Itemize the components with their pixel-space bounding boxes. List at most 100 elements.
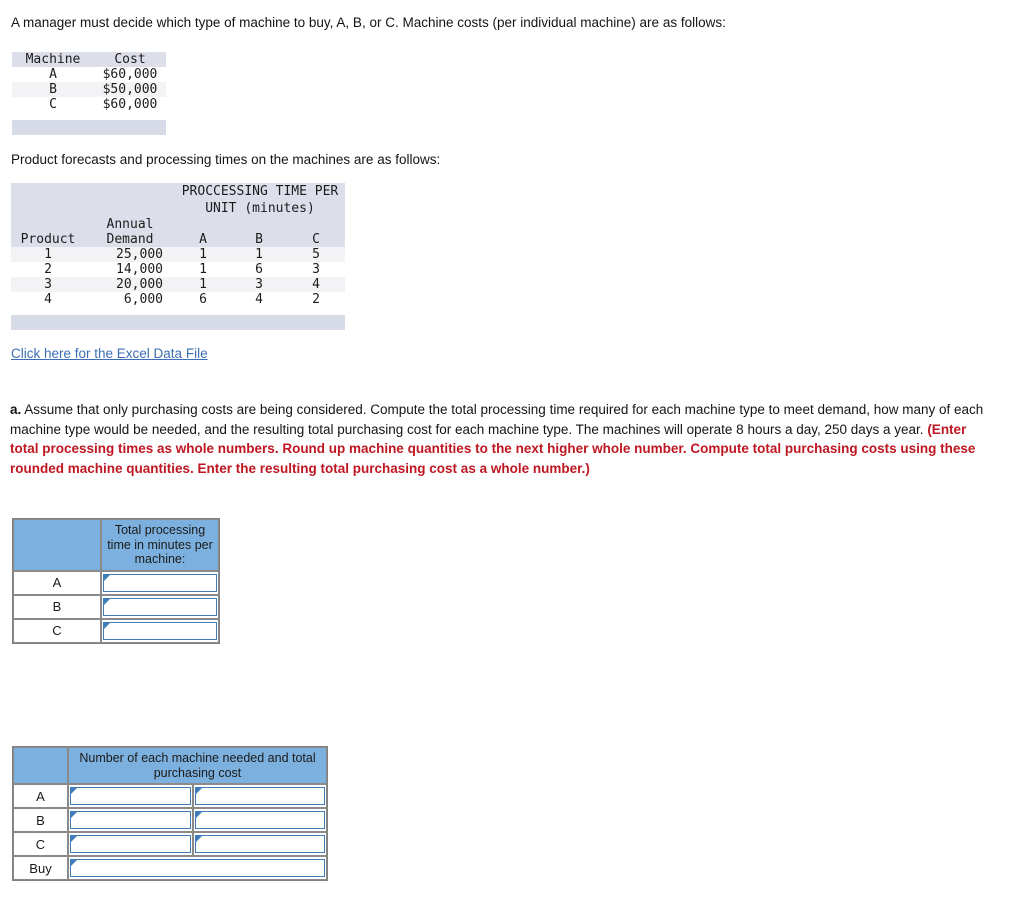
product-forecast-table: PROCCESSING TIME PER UNIT (minutes) Annu… bbox=[11, 183, 345, 330]
cell-time-b: 6 bbox=[255, 262, 263, 277]
answer-header-row: Total processing time in minutes per mac… bbox=[13, 519, 219, 571]
machine-qty-input-cell-a[interactable] bbox=[68, 784, 193, 808]
buy-machine-input[interactable] bbox=[70, 859, 325, 877]
purchasing-cost-input-cell-c[interactable] bbox=[192, 832, 327, 856]
table-row: 1 25,000 1 1 5 bbox=[11, 247, 345, 262]
machine-qty-input-c[interactable] bbox=[70, 835, 191, 853]
purchasing-cost-input-cell-b[interactable] bbox=[192, 808, 327, 832]
cell-time-b: 4 bbox=[255, 292, 263, 307]
column-header-machine: Machine bbox=[25, 52, 81, 67]
column-header-cost: Cost bbox=[114, 52, 146, 67]
column-header-product: Product bbox=[20, 232, 76, 247]
cell-time-b: 1 bbox=[255, 247, 263, 262]
cell-machine: A bbox=[49, 67, 57, 82]
cell-product: 3 bbox=[44, 277, 52, 292]
row-label-b: B bbox=[13, 594, 101, 619]
machine-qty-input-a[interactable] bbox=[70, 787, 191, 805]
table-row: A bbox=[13, 784, 327, 808]
cell-time-b: 3 bbox=[255, 277, 263, 292]
cell-time-c: 4 bbox=[312, 277, 320, 292]
machine-qty-input-cell-b[interactable] bbox=[68, 808, 193, 832]
column-header-annual: Annual bbox=[106, 217, 154, 232]
forecast-intro-paragraph: Product forecasts and processing times o… bbox=[11, 152, 441, 167]
row-label-a: A bbox=[13, 570, 101, 595]
processing-time-input-b[interactable] bbox=[103, 597, 217, 616]
cell-demand: 14,000 bbox=[116, 262, 163, 277]
table-row: B bbox=[13, 594, 219, 619]
table-row: C $60,000 bbox=[12, 97, 166, 112]
cell-demand: 20,000 bbox=[116, 277, 163, 292]
table-header-row: Product Demand A B C bbox=[11, 232, 345, 247]
excel-data-file-link[interactable]: Click here for the Excel Data File bbox=[11, 346, 208, 361]
table-row: B $50,000 bbox=[12, 82, 166, 97]
group-header-row-1: PROCCESSING TIME PER bbox=[11, 183, 345, 200]
purchasing-cost-input-cell-a[interactable] bbox=[192, 784, 327, 808]
machine-qty-input-b[interactable] bbox=[70, 811, 191, 829]
column-header-c: C bbox=[312, 232, 320, 247]
machine-qty-input-cell-c[interactable] bbox=[68, 832, 193, 856]
cell-time-a: 1 bbox=[199, 247, 207, 262]
processing-time-input-a[interactable] bbox=[103, 573, 217, 592]
table-row: C bbox=[13, 618, 219, 643]
spacer-row bbox=[12, 112, 166, 120]
corner-cell bbox=[13, 747, 68, 784]
group-header-spacer-3 bbox=[11, 200, 85, 217]
group-header-spacer bbox=[11, 183, 85, 200]
row-label-c: C bbox=[13, 618, 101, 643]
header-spacer-b bbox=[231, 217, 287, 232]
cell-machine: B bbox=[49, 82, 57, 97]
table-row: C bbox=[13, 832, 327, 856]
group-header-spacer-4 bbox=[85, 200, 175, 217]
table-row: A $60,000 bbox=[12, 67, 166, 82]
table-row: 3 20,000 1 3 4 bbox=[11, 277, 345, 292]
cell-cost: $50,000 bbox=[102, 82, 158, 97]
cell-product: 1 bbox=[44, 247, 52, 262]
table-footer-band bbox=[12, 120, 166, 135]
cell-demand: 6,000 bbox=[123, 292, 163, 307]
column-header-a: A bbox=[199, 232, 207, 247]
intro-paragraph: A manager must decide which type of mach… bbox=[11, 15, 726, 30]
group-header-row-2: UNIT (minutes) bbox=[11, 200, 345, 217]
cell-product: 4 bbox=[44, 292, 52, 307]
buy-input-cell[interactable] bbox=[68, 856, 327, 880]
cell-time-c: 5 bbox=[312, 247, 320, 262]
row-label-buy: Buy bbox=[13, 856, 68, 880]
table-row-buy: Buy bbox=[13, 856, 327, 880]
purchasing-cost-input-b[interactable] bbox=[194, 811, 325, 829]
header-row-annual: Annual bbox=[11, 217, 345, 232]
table-row: 4 6,000 6 4 2 bbox=[11, 292, 345, 307]
cell-product: 2 bbox=[44, 262, 52, 277]
table-row: A bbox=[13, 570, 219, 595]
header-spacer-c bbox=[287, 217, 345, 232]
cell-cost: $60,000 bbox=[102, 97, 158, 112]
question-a-text: a. Assume that only purchasing costs are… bbox=[10, 400, 986, 478]
cell-machine: C bbox=[49, 97, 57, 112]
processing-time-input-cell-b[interactable] bbox=[101, 594, 219, 619]
row-label-a: A bbox=[13, 784, 68, 808]
machine-cost-table: Machine Cost A $60,000 B $50,000 C $60,0… bbox=[12, 52, 166, 135]
group-header-units: UNIT (minutes) bbox=[205, 201, 315, 216]
processing-time-input-cell-c[interactable] bbox=[101, 618, 219, 643]
cell-time-a: 1 bbox=[199, 277, 207, 292]
purchasing-cost-input-a[interactable] bbox=[194, 787, 325, 805]
footer-band-cell bbox=[11, 315, 345, 330]
purchasing-cost-input-c[interactable] bbox=[194, 835, 325, 853]
question-body: Assume that only purchasing costs are be… bbox=[10, 402, 984, 437]
answer-header-row: Number of each machine needed and total … bbox=[13, 747, 327, 784]
column-header-demand: Demand bbox=[106, 232, 154, 247]
table-footer-band bbox=[11, 315, 345, 330]
row-label-c: C bbox=[13, 832, 68, 856]
corner-cell bbox=[13, 519, 101, 571]
table-row: 2 14,000 1 6 3 bbox=[11, 262, 345, 277]
cell-cost: $60,000 bbox=[102, 67, 158, 82]
spacer-cell bbox=[12, 112, 166, 120]
cell-time-a: 6 bbox=[199, 292, 207, 307]
processing-time-input-cell-a[interactable] bbox=[101, 570, 219, 595]
cell-time-c: 3 bbox=[312, 262, 320, 277]
cell-time-c: 2 bbox=[312, 292, 320, 307]
table-header-row: Machine Cost bbox=[12, 52, 166, 67]
spacer-row bbox=[11, 307, 345, 315]
processing-time-answer-table: Total processing time in minutes per mac… bbox=[12, 518, 220, 644]
group-header-processing-time: PROCCESSING TIME PER bbox=[181, 184, 339, 199]
processing-time-input-c[interactable] bbox=[103, 621, 217, 640]
